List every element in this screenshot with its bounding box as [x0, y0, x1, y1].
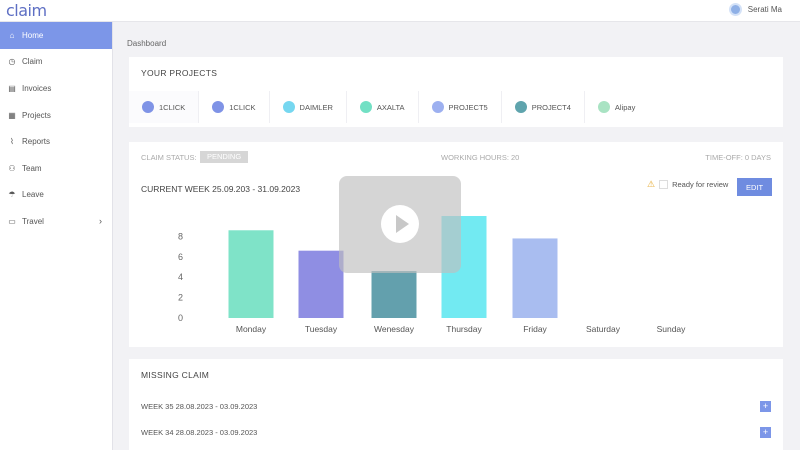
- sidebar-item-label: Home: [22, 30, 44, 40]
- x-tick-label: Wenesday: [374, 324, 415, 334]
- sidebar-item-label: Team: [22, 163, 42, 173]
- missing-claim-row: WEEK 34 28.08.2023 - 03.09.2023: [141, 428, 258, 437]
- bar: [512, 238, 558, 318]
- projects-card: YOUR PROJECTS 1CLICK 1CLICK DAIMLER AXAL…: [129, 57, 783, 127]
- user-name[interactable]: Serati Ma: [748, 5, 782, 14]
- project-name: PROJECT5: [448, 102, 488, 112]
- x-tick-label: Sunday: [657, 324, 687, 334]
- sidebar-item-label: Invoices: [22, 83, 52, 93]
- x-tick-label: Monday: [236, 324, 267, 334]
- missing-claim-row: WEEK 35 28.08.2023 - 03.09.2023: [141, 402, 258, 411]
- project-item[interactable]: AXALTA: [347, 91, 419, 123]
- home-icon: ⌂: [9, 30, 15, 40]
- project-dot-icon: [597, 101, 610, 113]
- x-tick-label: Thursday: [446, 324, 482, 334]
- project-dot-icon: [282, 101, 295, 113]
- project-list: 1CLICK 1CLICK DAIMLER AXALTA PROJECT5 PR…: [129, 91, 648, 123]
- missing-claim-title: MISSING CLAIM: [141, 370, 210, 380]
- project-item[interactable]: 1CLICK: [129, 91, 200, 123]
- sidebar-item-claim[interactable]: ◷ Claim: [0, 49, 112, 76]
- project-item[interactable]: 1CLICK: [199, 91, 270, 123]
- add-claim-button[interactable]: +: [760, 401, 771, 412]
- y-tick-label: 0: [178, 313, 183, 323]
- x-tick-label: Friday: [523, 324, 547, 334]
- sidebar-item-team[interactable]: ⚇ Team: [0, 155, 112, 182]
- y-tick-label: 8: [178, 231, 183, 241]
- folder-icon: ▦: [8, 110, 16, 120]
- project-name: DAIMLER: [299, 102, 333, 112]
- video-overlay[interactable]: [339, 176, 461, 273]
- bar: [298, 250, 344, 318]
- top-bar: claim Serati Ma: [0, 0, 800, 22]
- sidebar-item-label: Projects: [22, 110, 51, 120]
- sidebar-item-travel[interactable]: ▭ Travel ›: [0, 208, 112, 235]
- x-tick-label: Tuesday: [305, 324, 338, 334]
- sidebar-item-invoices[interactable]: ▤ Invoices: [0, 75, 112, 102]
- x-tick-label: Saturday: [586, 324, 621, 334]
- project-dot-icon: [514, 101, 527, 113]
- project-item[interactable]: Alipay: [585, 91, 648, 123]
- play-triangle: [396, 215, 409, 233]
- project-name: Alipay: [614, 102, 636, 112]
- project-item[interactable]: DAIMLER: [270, 91, 347, 123]
- document-icon: ▤: [8, 83, 16, 93]
- project-item[interactable]: PROJECT5: [419, 91, 502, 123]
- bar: [228, 230, 274, 318]
- sidebar-item-projects[interactable]: ▦ Projects: [0, 102, 112, 129]
- sidebar-item-leave[interactable]: ☂ Leave: [0, 182, 112, 209]
- app-logo[interactable]: claim: [6, 1, 47, 20]
- project-name: 1CLICK: [159, 102, 186, 112]
- y-tick-label: 2: [178, 293, 183, 303]
- project-dot-icon: [142, 101, 154, 113]
- sidebar-item-home[interactable]: ⌂ Home: [0, 22, 112, 49]
- sidebar-item-reports[interactable]: ⌇ Reports: [0, 128, 112, 155]
- project-name: PROJECT4: [531, 102, 571, 112]
- bar: [371, 271, 417, 318]
- sidebar-item-label: Reports: [22, 137, 51, 147]
- umbrella-icon: ☂: [8, 190, 16, 200]
- sidebar-item-label: Travel: [22, 216, 44, 226]
- avatar[interactable]: [728, 3, 742, 16]
- chart-icon: ⌇: [10, 137, 14, 147]
- sidebar: ⌂ Home ◷ Claim ▤ Invoices ▦ Projects ⌇ R…: [0, 22, 113, 450]
- clock-icon: ◷: [8, 57, 16, 67]
- chevron-right-icon[interactable]: ›: [99, 216, 102, 226]
- missing-claim-card: MISSING CLAIM WEEK 35 28.08.2023 - 03.09…: [129, 359, 783, 450]
- users-icon: ⚇: [8, 163, 16, 173]
- project-dot-icon: [212, 101, 225, 113]
- y-tick-label: 6: [178, 252, 183, 262]
- project-name: 1CLICK: [229, 102, 256, 112]
- project-name: AXALTA: [376, 102, 405, 112]
- project-dot-icon: [431, 101, 444, 113]
- breadcrumb[interactable]: Dashboard: [127, 39, 166, 48]
- car-icon: ▭: [8, 216, 16, 226]
- projects-title: YOUR PROJECTS: [141, 68, 218, 78]
- y-tick-label: 4: [178, 272, 183, 282]
- user-menu[interactable]: Serati Ma: [728, 3, 782, 16]
- sidebar-item-label: Leave: [22, 190, 44, 200]
- add-claim-button[interactable]: +: [760, 427, 771, 438]
- play-icon[interactable]: [381, 205, 419, 243]
- sidebar-item-label: Claim: [22, 57, 43, 67]
- project-dot-icon: [359, 101, 372, 113]
- project-item[interactable]: PROJECT4: [502, 91, 585, 123]
